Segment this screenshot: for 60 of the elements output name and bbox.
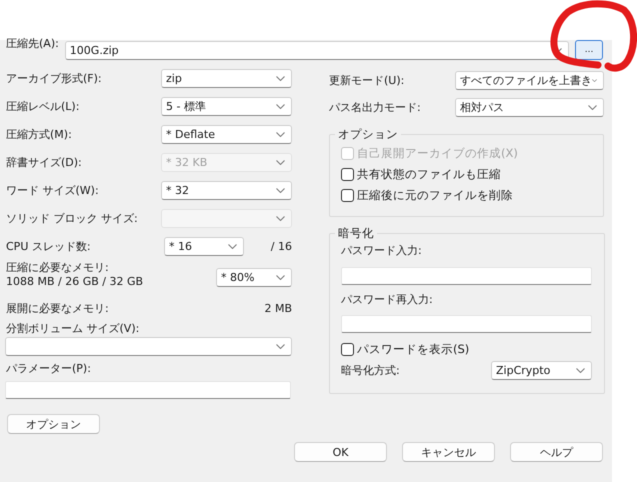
checkbox[interactable]	[341, 188, 354, 202]
chevron-icon	[276, 132, 285, 137]
dropdown[interactable]: すべてのファイルを上書き	[455, 71, 604, 90]
dropdown[interactable]: 5 - 標準	[161, 97, 292, 116]
dialog-button[interactable]: キャンセル	[402, 442, 495, 462]
field-label: パラメーター(P):	[5, 362, 92, 376]
field-label: ソリッド ブロック サイズ:	[6, 212, 138, 226]
field-label: 展開に必要なメモリ:	[6, 302, 109, 316]
chevron-icon	[276, 275, 285, 280]
field-label: 暗号化方式:	[341, 364, 400, 378]
chevron-icon	[276, 104, 285, 109]
field-label: 圧縮方式(M):	[6, 128, 72, 142]
chevron-icon	[276, 160, 285, 165]
chevron-icon	[592, 78, 597, 83]
field-label: 圧縮先(A):	[6, 37, 60, 51]
checkbox-label: 圧縮後に元のファイルを削除	[357, 188, 513, 202]
dropdown[interactable]: * Deflate	[161, 125, 292, 144]
memory-usage: 1088 MB / 26 GB / 32 GB	[6, 275, 144, 289]
dropdown[interactable]: * 32	[161, 181, 292, 200]
group-title: オプション	[337, 127, 399, 141]
field-label: CPU スレッド数:	[6, 240, 91, 254]
field-label: 更新モード(U):	[329, 74, 404, 88]
checkbox-label: 自己展開アーカイブの作成(X)	[357, 146, 518, 160]
field-label: 分割ボリューム サイズ(V):	[5, 322, 140, 336]
dialog-button[interactable]: OK	[294, 442, 387, 462]
password-field[interactable]	[341, 315, 592, 333]
chevron-icon	[276, 344, 285, 349]
field-label: パスワード再入力:	[341, 293, 434, 307]
field-label: パス名出力モード:	[329, 100, 421, 114]
field-label: 圧縮レベル(L):	[6, 100, 80, 114]
chevron-icon	[276, 216, 285, 221]
dropdown[interactable]: * 80%	[216, 268, 292, 287]
checkbox[interactable]	[341, 168, 354, 180]
field-label: パスワード入力:	[341, 244, 423, 258]
checkbox[interactable]	[341, 342, 354, 356]
dialog-button[interactable]: ヘルプ	[510, 442, 603, 462]
chevron-icon	[228, 244, 237, 249]
chevron-icon	[276, 76, 285, 81]
dropdown[interactable]: 相対パス	[455, 98, 604, 117]
browse-button[interactable]: ...	[575, 40, 603, 60]
dropdown[interactable]: 100G.zip	[64, 41, 570, 60]
field-label: アーカイブ形式(F):	[6, 72, 102, 86]
password-field[interactable]	[341, 267, 592, 285]
field-label: 辞書サイズ(D):	[6, 156, 82, 170]
checkbox-label: パスワードを表示(S)	[357, 342, 470, 356]
memory-value: 2 MB	[264, 302, 292, 316]
checkbox-label: 共有状態のファイルも圧縮	[357, 166, 501, 182]
chevron-icon	[276, 188, 285, 193]
dropdown[interactable]: zip	[161, 69, 292, 88]
field-label: ワード サイズ(W):	[6, 184, 99, 198]
dropdown[interactable]: * 16	[164, 237, 244, 256]
field-label: 圧縮に必要なメモリ:	[6, 261, 110, 275]
options-button[interactable]: オプション	[7, 414, 100, 434]
group-title: 暗号化	[337, 226, 375, 240]
chevron-icon	[588, 105, 597, 110]
dropdown[interactable]: ZipCrypto	[491, 361, 592, 380]
chevron-icon	[576, 368, 585, 373]
thread-count: / 16	[270, 240, 292, 253]
parameters-field[interactable]	[5, 381, 291, 399]
dropdown[interactable]	[5, 337, 292, 356]
